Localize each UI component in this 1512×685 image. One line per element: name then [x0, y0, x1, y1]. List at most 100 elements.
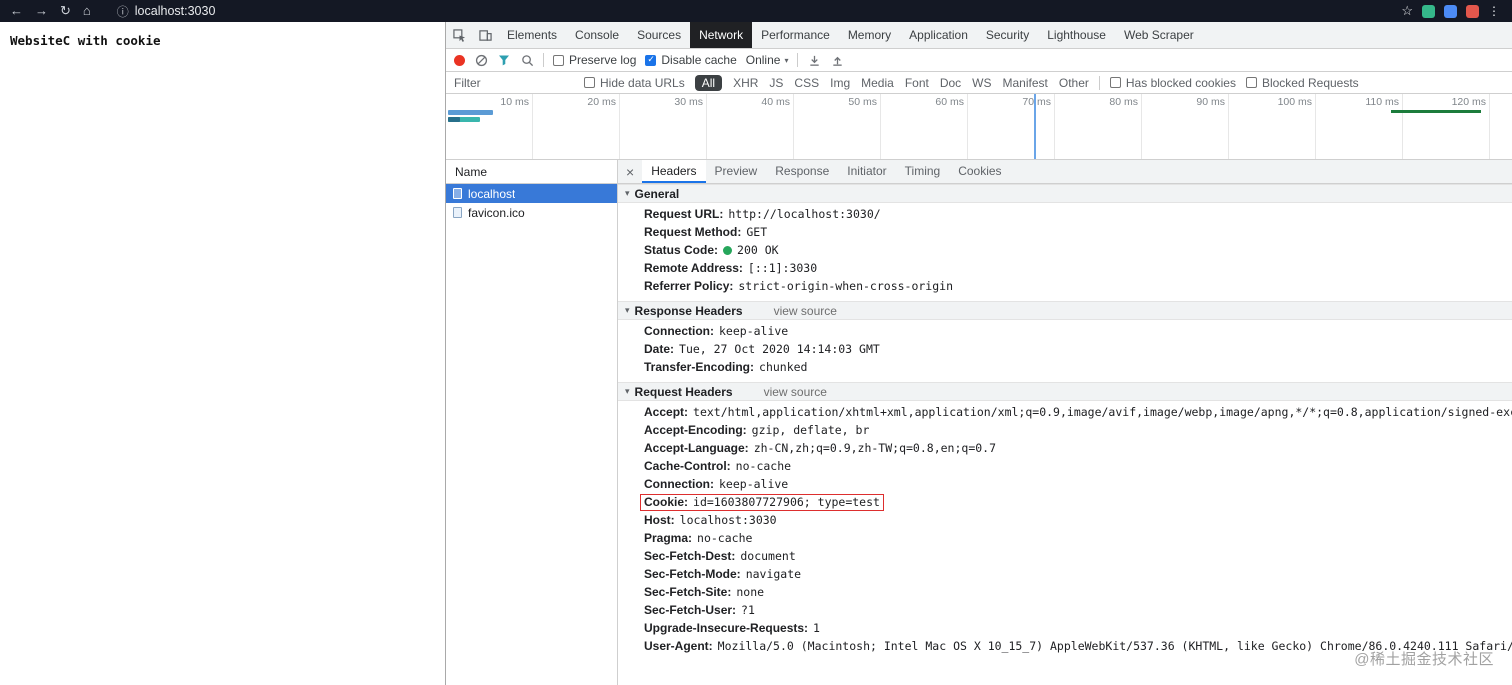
header-key: Request Method: [644, 225, 742, 239]
address-bar[interactable]: ⓘ localhost:3030 [117, 3, 216, 20]
header-row: Status Code: 200 OK [618, 241, 1512, 259]
request-type-filter[interactable]: CSS [794, 76, 819, 90]
content-area: WebsiteC with cookie Elements Console So… [0, 22, 1512, 685]
filter-input[interactable] [454, 75, 574, 90]
network-toolbar: Preserve log Disable cache Online ▾ [446, 49, 1512, 72]
preserve-log-label: Preserve log [569, 53, 637, 67]
timeline-tick-label: 90 ms [1196, 96, 1225, 108]
throttling-select[interactable]: Online ▾ [746, 53, 789, 67]
request-type-filter[interactable]: Font [905, 76, 929, 90]
header-key: Sec-Fetch-Mode: [644, 567, 741, 581]
close-details-icon[interactable]: × [618, 164, 642, 180]
detail-tab[interactable]: Response [766, 160, 838, 183]
requests-panel: Name localhost favicon.ico [446, 160, 618, 685]
blocked-requests-checkbox[interactable]: Blocked Requests [1245, 76, 1359, 90]
section-request-headers-header[interactable]: ▾ Request Headers view source [618, 382, 1512, 401]
request-type-filter[interactable]: Manifest [1003, 76, 1048, 90]
request-type-filter[interactable]: JS [769, 76, 783, 90]
requests-name-header[interactable]: Name [446, 160, 617, 184]
home-icon[interactable]: ⌂ [83, 0, 91, 22]
view-source-link[interactable]: view source [764, 385, 827, 399]
header-key: Accept: [644, 405, 689, 419]
request-row[interactable]: favicon.ico [446, 203, 617, 222]
chevron-down-icon: ▾ [784, 55, 789, 65]
device-toolbar-icon[interactable] [472, 22, 498, 49]
browser-toolbar: ← → ↻ ⌂ ⓘ localhost:3030 ☆ ⋮ [0, 0, 1512, 22]
record-network-log-icon[interactable] [454, 54, 465, 66]
extension-icon-1[interactable] [1422, 4, 1435, 18]
timeline-tick-label: 10 ms [500, 96, 529, 108]
headers-pane: ▾ General Request URL: http://localhost:3… [618, 184, 1512, 685]
header-value: 200 OK [737, 243, 779, 257]
devtools-tab[interactable]: Application [900, 22, 977, 48]
browser-actions: ☆ ⋮ [1401, 3, 1500, 19]
network-overview[interactable]: 10 ms 20 ms 30 ms 40 ms 50 ms 60 ms 70 m… [446, 94, 1512, 160]
detail-tab[interactable]: Preview [706, 160, 767, 183]
detail-tab[interactable]: Cookies [949, 160, 1010, 183]
request-type-filter[interactable]: Media [861, 76, 894, 90]
request-type-filter[interactable]: XHR [733, 76, 758, 90]
devtools-tab[interactable]: Network [690, 22, 753, 48]
devtools-tab[interactable]: Console [566, 22, 628, 48]
section-general-header[interactable]: ▾ General [618, 184, 1512, 203]
detail-tab[interactable]: Headers [642, 160, 706, 183]
import-har-icon[interactable] [807, 53, 821, 67]
devtools-tab[interactable]: Sources [628, 22, 690, 48]
header-key: Remote Address: [644, 261, 743, 275]
hide-data-urls-checkbox[interactable]: Hide data URLs [584, 76, 685, 90]
timeline-tick: 90 ms [1142, 94, 1229, 159]
view-source-link[interactable]: view source [774, 304, 837, 318]
request-row[interactable]: localhost [446, 184, 617, 203]
header-value: ?1 [741, 603, 755, 617]
site-info-icon[interactable]: ⓘ [117, 3, 129, 20]
devtools-tab[interactable]: Web Scraper [1115, 22, 1203, 48]
export-har-icon[interactable] [830, 53, 844, 67]
devtools-tab[interactable]: Performance [752, 22, 839, 48]
request-type-filter[interactable]: Doc [940, 76, 961, 90]
extension-icon-2[interactable] [1444, 4, 1457, 18]
devtools-tab[interactable]: Lighthouse [1038, 22, 1115, 48]
search-icon[interactable] [520, 53, 534, 67]
divider [543, 53, 544, 67]
header-row: Accept-Language: zh-CN,zh;q=0.9,zh-TW;q=0… [618, 439, 1512, 457]
request-type-filter[interactable]: WS [972, 76, 991, 90]
timeline-tick: 70 ms [968, 94, 1055, 159]
devtools-tab[interactable]: Elements [498, 22, 566, 48]
request-type-filter[interactable]: Other [1059, 76, 1089, 90]
overview-waterfall-bar-blue [448, 110, 493, 115]
extension-icon-3[interactable] [1466, 4, 1479, 18]
section-request-headers: ▾ Request Headers view source Accept: tex… [618, 382, 1512, 655]
section-response-headers-header[interactable]: ▾ Response Headers view source [618, 301, 1512, 320]
throttling-value: Online [745, 53, 781, 67]
devtools-tab[interactable]: Memory [839, 22, 900, 48]
disable-cache-checkbox[interactable]: Disable cache [645, 53, 737, 67]
header-row: Cookie: id=1603807727906; type=test [618, 493, 1512, 511]
has-blocked-cookies-checkbox[interactable]: Has blocked cookies [1109, 76, 1236, 90]
request-header-items: Accept: text/html,application/xhtml+xml,a… [618, 401, 1512, 655]
forward-icon[interactable]: → [35, 0, 48, 22]
devtools-tab[interactable]: Security [977, 22, 1038, 48]
status-ok-icon [723, 246, 733, 255]
back-icon[interactable]: ← [10, 0, 23, 22]
reload-icon[interactable]: ↻ [60, 0, 71, 22]
inspect-element-icon[interactable] [446, 22, 472, 49]
request-type-filter[interactable]: Img [830, 76, 850, 90]
browser-menu-icon[interactable]: ⋮ [1488, 4, 1500, 18]
web-page: WebsiteC with cookie [0, 22, 445, 685]
request-type-filter[interactable]: All [694, 74, 723, 91]
clear-icon[interactable] [474, 53, 488, 67]
header-value: http://localhost:3030/ [728, 207, 881, 221]
header-value: document [740, 549, 796, 563]
header-key: Status Code: [644, 243, 719, 257]
response-header-items: Connection: keep-alive Date: Tue, 27 Oct 2… [618, 320, 1512, 376]
bookmark-star-icon[interactable]: ☆ [1401, 3, 1413, 19]
detail-tab[interactable]: Timing [896, 160, 950, 183]
filter-icon[interactable] [497, 53, 511, 67]
timeline-tick: 60 ms [881, 94, 968, 159]
header-row: Accept: text/html,application/xhtml+xml,a… [618, 403, 1512, 421]
header-row: Request URL: http://localhost:3030/ [618, 205, 1512, 223]
header-key: Date: [644, 342, 675, 356]
screen: ← → ↻ ⌂ ⓘ localhost:3030 ☆ ⋮ WebsiteC wi… [0, 0, 1512, 685]
preserve-log-checkbox[interactable]: Preserve log [553, 53, 636, 67]
detail-tab[interactable]: Initiator [838, 160, 895, 183]
